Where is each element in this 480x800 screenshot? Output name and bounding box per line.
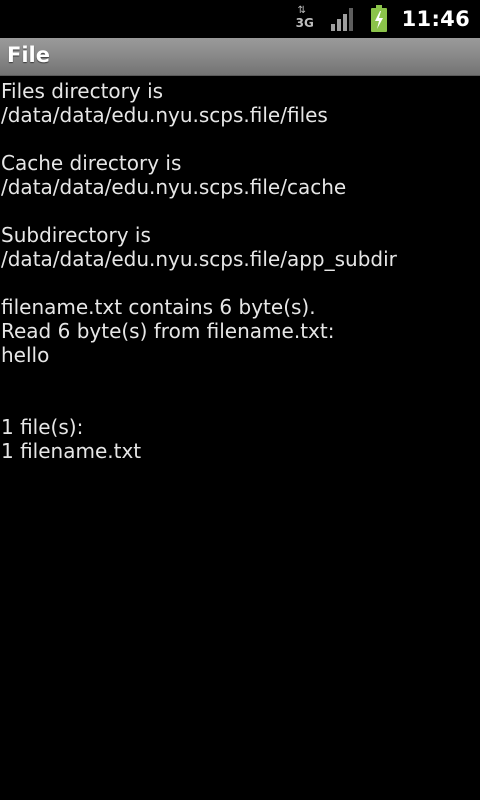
text-line: hello <box>1 343 50 367</box>
text-line: /data/data/edu.nyu.scps.file/app_subdir <box>1 247 397 271</box>
text-line: 1 filename.txt <box>1 439 142 463</box>
text-line: Read 6 byte(s) from filename.txt: <box>1 319 335 343</box>
text-line <box>1 271 479 295</box>
text-line: Cache directory is <box>1 151 182 175</box>
text-line: filename.txt contains 6 byte(s). <box>1 295 316 319</box>
title-bar: File <box>0 38 480 76</box>
battery-charging-icon <box>370 5 387 32</box>
text-line: 1 file(s): <box>1 415 84 439</box>
text-line: /data/data/edu.nyu.scps.file/files <box>1 103 328 127</box>
network-3g-icon: ⇅ 3G <box>294 6 318 32</box>
text-line: Files directory is <box>1 79 164 103</box>
network-type-label: 3G <box>295 16 314 30</box>
text-line <box>1 127 479 151</box>
network-activity-arrows: ⇅ <box>297 5 306 16</box>
text-line <box>1 391 479 415</box>
status-bar: ⇅ 3G 11:46 <box>0 0 480 38</box>
text-line: /data/data/edu.nyu.scps.file/cache <box>1 175 347 199</box>
app-title: File <box>7 43 50 67</box>
file-info-text: Files directory is /data/data/edu.nyu.sc… <box>1 79 479 463</box>
status-icons: ⇅ 3G 11:46 <box>294 0 480 38</box>
text-line <box>1 199 479 223</box>
status-clock: 11:46 <box>401 7 470 31</box>
text-line <box>1 367 479 391</box>
app-screen: ⇅ 3G 11:46 File Files directory is /data… <box>0 0 480 800</box>
signal-strength-icon <box>330 8 353 31</box>
text-line: Subdirectory is <box>1 223 151 247</box>
